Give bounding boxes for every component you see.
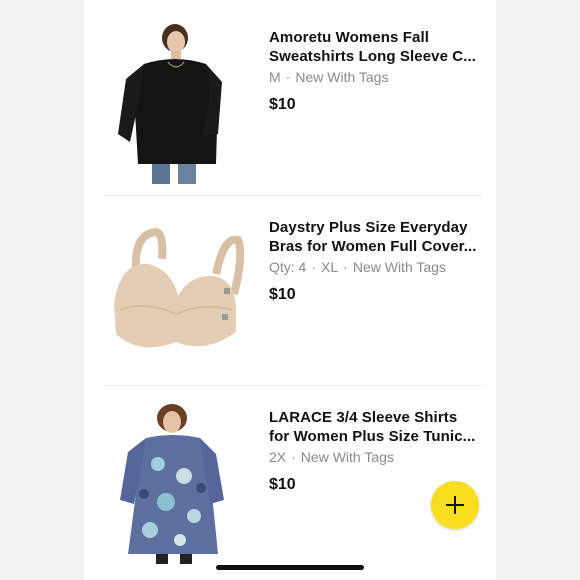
listing-title[interactable]: LARACE 3/4 Sleeve Shirts for Women Plus … (269, 408, 484, 446)
quantity-label: Qty: 4 (269, 259, 307, 275)
phone-screen: Amoretu Womens Fall Sweatshirts Long Sle… (84, 0, 496, 580)
beige-bra-photo (106, 214, 244, 374)
listing-meta: 2X · New With Tags (269, 448, 484, 466)
listing-title[interactable]: Daystry Plus Size Everyday Bras for Wome… (269, 218, 484, 256)
background-left (0, 0, 84, 580)
paisley-tunic-photo (106, 404, 244, 564)
meta-separator: · (343, 259, 348, 275)
size-label: M (269, 69, 281, 85)
listing-item[interactable]: Amoretu Womens Fall Sweatshirts Long Sle… (84, 6, 496, 196)
condition-label: New With Tags (352, 259, 446, 275)
meta-separator: · (291, 449, 296, 465)
meta-separator: · (311, 259, 317, 275)
add-listing-button[interactable] (431, 481, 479, 529)
listing-meta: Qty: 4 · XL · New With Tags (269, 258, 484, 276)
listing-price: $10 (269, 286, 296, 303)
plus-icon (446, 496, 464, 514)
listing-meta: M · New With Tags (269, 68, 484, 86)
listing-item[interactable]: LARACE 3/4 Sleeve Shirts for Women Plus … (84, 386, 496, 576)
condition-label: New With Tags (295, 69, 389, 85)
home-indicator[interactable] (216, 565, 364, 570)
listing-info: Amoretu Womens Fall Sweatshirts Long Sle… (269, 28, 484, 114)
background-right (496, 0, 580, 580)
listing-item[interactable]: Daystry Plus Size Everyday Bras for Wome… (84, 196, 496, 386)
listing-info: Daystry Plus Size Everyday Bras for Wome… (269, 218, 484, 304)
black-sweatshirt-photo (106, 24, 244, 184)
meta-separator: · (285, 69, 291, 85)
condition-label: New With Tags (300, 449, 394, 465)
size-label: 2X (269, 449, 287, 465)
listing-title[interactable]: Amoretu Womens Fall Sweatshirts Long Sle… (269, 28, 484, 66)
size-label: XL (321, 259, 339, 275)
listing-price: $10 (269, 96, 296, 113)
